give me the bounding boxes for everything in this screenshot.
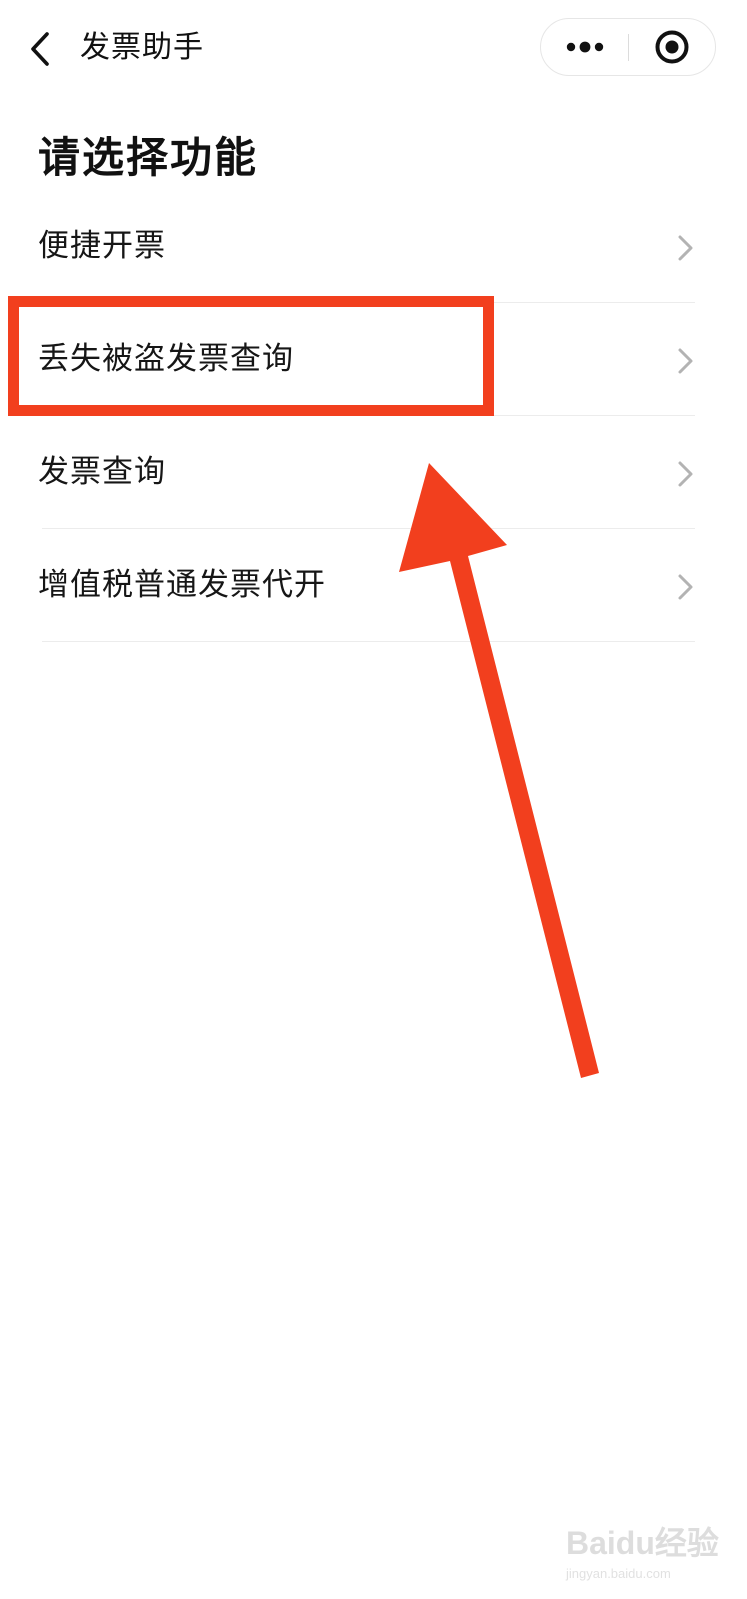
navigation-bar: 发票助手: [0, 0, 747, 98]
page-title: 发票助手: [80, 30, 204, 65]
target-circle-icon: [655, 30, 689, 64]
chevron-right-icon: [678, 461, 693, 487]
watermark-url: jingyan.baidu.com: [566, 1566, 671, 1581]
menu-item-vat-invoice-issuance[interactable]: 增值税普通发票代开: [0, 529, 747, 642]
close-mini-program-button[interactable]: [629, 19, 715, 75]
list-divider: [42, 641, 695, 642]
back-button[interactable]: [18, 24, 62, 74]
chevron-right-icon: [678, 574, 693, 600]
more-dots-icon: [566, 41, 604, 53]
menu-item-label: 丢失被盗发票查询: [38, 341, 294, 377]
menu-item-label: 增值税普通发票代开: [38, 567, 326, 603]
more-button[interactable]: [541, 19, 629, 75]
chevron-right-icon: [678, 348, 693, 374]
chevron-right-icon: [678, 235, 693, 261]
menu-item-label: 发票查询: [38, 454, 166, 490]
menu-item-lost-stolen-invoice-query[interactable]: 丢失被盗发票查询: [0, 303, 747, 416]
baidu-jingyan-watermark: Baidu经验 jingyan.baidu.com: [560, 1512, 740, 1594]
mini-program-capsule: [540, 18, 716, 76]
section-heading: 请选择功能: [38, 133, 259, 182]
menu-item-label: 便捷开票: [38, 228, 166, 264]
chevron-left-icon: [31, 32, 49, 66]
function-menu-list: 便捷开票 丢失被盗发票查询 发票查询 增值税普通发票代开: [0, 190, 747, 642]
menu-item-convenient-invoicing[interactable]: 便捷开票: [0, 190, 747, 303]
watermark-brand: Baidu经验: [566, 1525, 719, 1561]
menu-item-invoice-query[interactable]: 发票查询: [0, 416, 747, 529]
